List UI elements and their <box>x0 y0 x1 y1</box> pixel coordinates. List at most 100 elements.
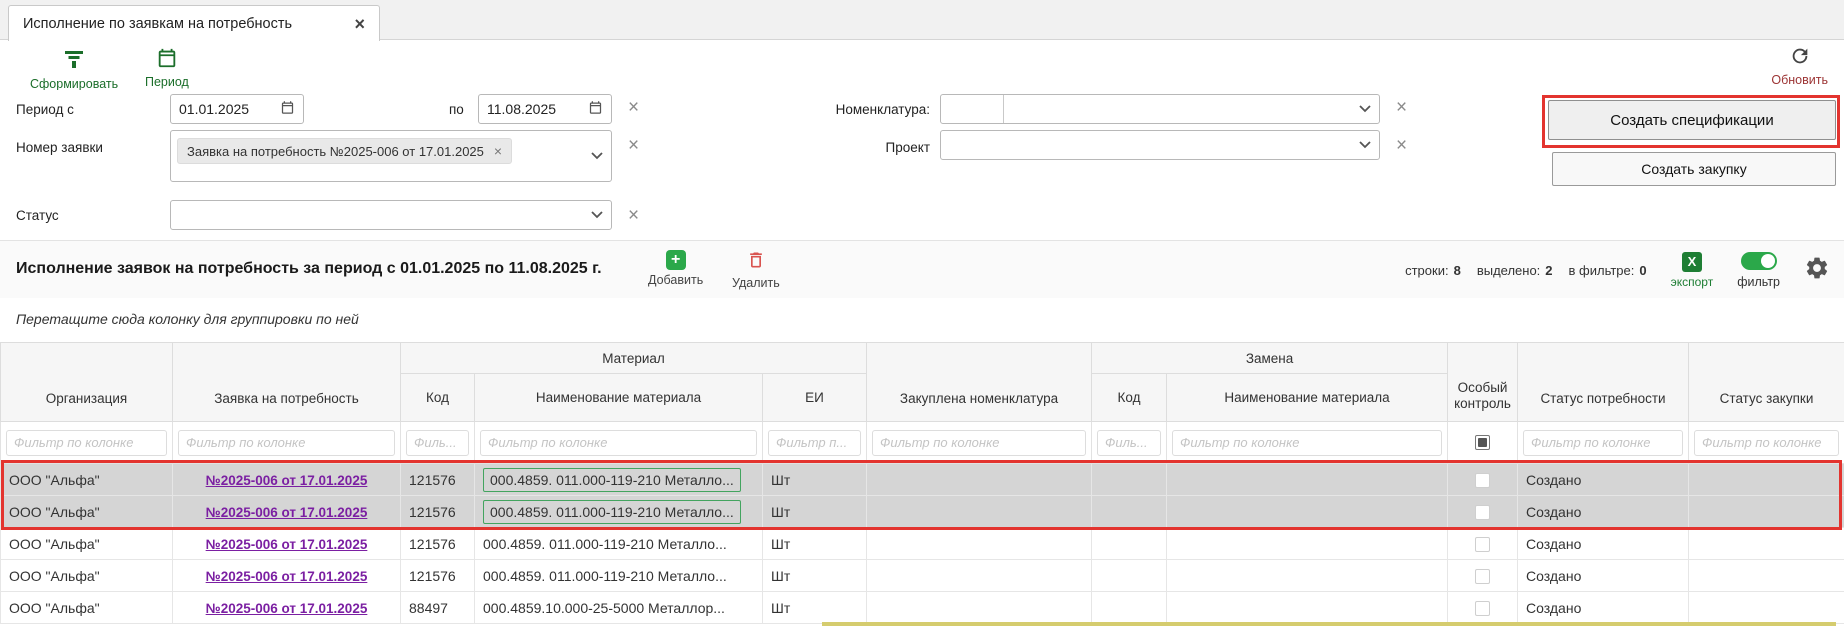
request-link[interactable]: №2025-006 от 17.01.2025 <box>206 601 368 616</box>
request-number-combobox[interactable]: Заявка на потребность №2025-006 от 17.01… <box>170 130 612 182</box>
period-to-input[interactable]: 11.08.2025 <box>478 94 612 124</box>
special-control-checkbox[interactable] <box>1475 473 1490 488</box>
table-row[interactable]: ООО "Альфа" №2025-006 от 17.01.2025 1215… <box>1 528 1844 560</box>
settings-button[interactable] <box>1804 255 1830 286</box>
column-filter-code[interactable] <box>406 430 469 456</box>
calendar-icon[interactable] <box>588 100 603 118</box>
column-filter-repl-material[interactable] <box>1172 430 1442 456</box>
cell-unit: Шт <box>763 528 867 560</box>
period-from-label: Период с <box>16 102 74 117</box>
period-label: Период <box>145 75 189 89</box>
cell-purchase-status <box>1689 528 1844 560</box>
cell-special-control <box>1448 528 1518 560</box>
create-specifications-button[interactable]: Создать спецификации <box>1548 100 1836 140</box>
request-link[interactable]: №2025-006 от 17.01.2025 <box>206 473 368 488</box>
chip-remove-icon[interactable]: × <box>494 144 502 158</box>
column-filter-need-status[interactable] <box>1523 430 1683 456</box>
group-by-drop-zone[interactable]: Перетащите сюда колонку для группировки … <box>0 298 1844 342</box>
group-header-replacement: Замена <box>1092 343 1448 374</box>
column-filter-request[interactable] <box>178 430 395 456</box>
toggle-switch-icon[interactable] <box>1741 252 1777 270</box>
generate-button[interactable]: Сформировать <box>30 47 118 91</box>
table-row[interactable]: ООО "Альфа" №2025-006 от 17.01.2025 1215… <box>1 560 1844 592</box>
period-to-value: 11.08.2025 <box>487 101 556 117</box>
column-filter-unit[interactable] <box>768 430 861 456</box>
special-control-checkbox[interactable] <box>1475 569 1490 584</box>
export-label: экспорт <box>1671 275 1714 289</box>
clear-request-icon[interactable]: × <box>628 136 639 155</box>
nomenclature-combobox[interactable] <box>940 94 1380 124</box>
col-header-special-control[interactable]: Особый контроль <box>1448 343 1518 422</box>
request-chip-text: Заявка на потребность №2025-006 от 17.01… <box>187 144 484 159</box>
cell-org: ООО "Альфа" <box>1 496 173 528</box>
cell-purchase-status <box>1689 464 1844 496</box>
calendar-icon[interactable] <box>280 100 295 118</box>
table-row[interactable]: ООО "Альфа" №2025-006 от 17.01.2025 8849… <box>1 592 1844 624</box>
col-header-repl-code[interactable]: Код <box>1092 374 1167 422</box>
special-control-checkbox[interactable] <box>1475 537 1490 552</box>
table-row-selected[interactable]: ООО "Альфа" №2025-006 от 17.01.2025 1215… <box>1 464 1844 496</box>
col-header-repl-material-name[interactable]: Наименование материала <box>1167 374 1448 422</box>
grid-controls: строки:8 выделено:2 в фильтре:0 X экспор… <box>1405 241 1830 299</box>
column-filter-purchased[interactable] <box>872 430 1086 456</box>
filter-toggle[interactable]: фильтр <box>1737 252 1780 289</box>
export-button[interactable]: X экспорт <box>1671 252 1714 289</box>
col-header-request[interactable]: Заявка на потребность <box>173 343 401 422</box>
special-control-filter-checkbox[interactable] <box>1475 435 1490 450</box>
period-from-value: 01.01.2025 <box>179 101 249 117</box>
clear-status-icon[interactable]: × <box>628 206 639 225</box>
column-filter-material[interactable] <box>480 430 757 456</box>
cell-special-control <box>1448 592 1518 624</box>
clear-nomenclature-icon[interactable]: × <box>1396 98 1407 117</box>
stat-selected: выделено:2 <box>1477 263 1553 278</box>
chevron-down-icon[interactable] <box>591 147 603 165</box>
group-header-material: Материал <box>401 343 867 374</box>
request-link[interactable]: №2025-006 от 17.01.2025 <box>206 505 368 520</box>
clear-project-icon[interactable]: × <box>1396 136 1407 155</box>
cell-org: ООО "Альфа" <box>1 592 173 624</box>
cell-repl-material <box>1167 528 1448 560</box>
col-header-org[interactable]: Организация <box>1 343 173 422</box>
special-control-checkbox[interactable] <box>1475 505 1490 520</box>
refresh-icon <box>1789 45 1811 70</box>
status-combobox[interactable] <box>170 200 612 230</box>
project-combobox[interactable] <box>940 130 1380 160</box>
refresh-button[interactable]: Обновить <box>1771 45 1828 87</box>
col-header-unit[interactable]: ЕИ <box>763 374 867 422</box>
delete-row-button[interactable]: Удалить <box>732 250 780 290</box>
col-header-purchase-status[interactable]: Статус закупки <box>1689 343 1844 422</box>
add-row-button[interactable]: + Добавить <box>648 250 703 287</box>
request-chip: Заявка на потребность №2025-006 от 17.01… <box>177 138 512 164</box>
period-to-label: по <box>449 102 464 117</box>
tab-execution-requests[interactable]: Исполнение по заявкам на потребность × <box>8 5 380 41</box>
add-label: Добавить <box>648 273 703 287</box>
col-header-purchased[interactable]: Закуплена номенклатура <box>867 343 1092 422</box>
col-header-code[interactable]: Код <box>401 374 475 422</box>
col-header-material-name[interactable]: Наименование материала <box>475 374 763 422</box>
cell-code: 121576 <box>401 528 475 560</box>
delete-trash-icon <box>746 250 766 273</box>
column-filter-purchase-status[interactable] <box>1694 430 1839 456</box>
cell-code: 121576 <box>401 560 475 592</box>
create-purchase-button[interactable]: Создать закупку <box>1552 152 1836 186</box>
cell-repl-material <box>1167 496 1448 528</box>
table-row-selected[interactable]: ООО "Альфа" №2025-006 от 17.01.2025 1215… <box>1 496 1844 528</box>
period-from-input[interactable]: 01.01.2025 <box>170 94 304 124</box>
status-label: Статус <box>16 208 59 223</box>
clear-period-icon[interactable]: × <box>628 98 639 117</box>
period-button[interactable]: Период <box>145 47 189 89</box>
cell-repl-code <box>1092 496 1167 528</box>
tab-close-icon[interactable]: × <box>354 15 365 33</box>
chevron-down-icon[interactable] <box>591 206 603 224</box>
col-header-need-status[interactable]: Статус потребности <box>1518 343 1689 422</box>
period-calendar-icon <box>156 47 178 72</box>
request-link[interactable]: №2025-006 от 17.01.2025 <box>206 569 368 584</box>
column-filter-org[interactable] <box>6 430 167 456</box>
chevron-down-icon[interactable] <box>1359 136 1371 154</box>
cell-need-status: Создано <box>1518 496 1689 528</box>
special-control-checkbox[interactable] <box>1475 601 1490 616</box>
tab-title: Исполнение по заявкам на потребность <box>23 16 292 32</box>
column-filter-repl-code[interactable] <box>1097 430 1161 456</box>
request-link[interactable]: №2025-006 от 17.01.2025 <box>206 537 368 552</box>
chevron-down-icon[interactable] <box>1359 100 1371 118</box>
